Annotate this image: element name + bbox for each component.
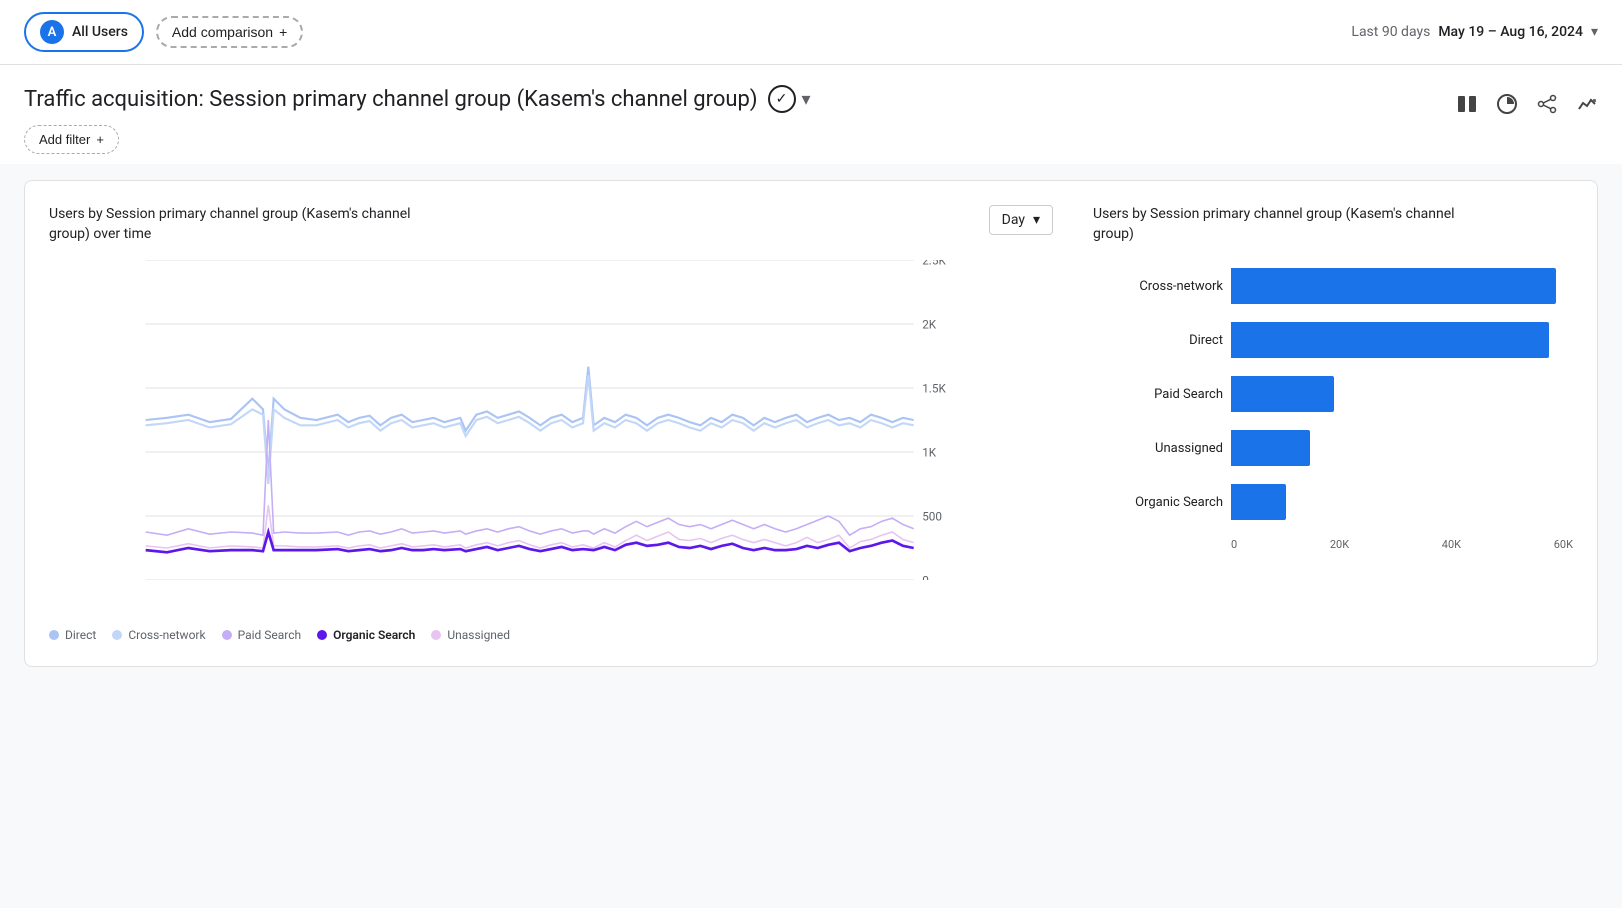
svg-text:500: 500: [922, 509, 942, 523]
bar-fill-direct: [1231, 322, 1549, 358]
page-header: Traffic acquisition: Session primary cha…: [0, 65, 1622, 164]
bar-row-paidsearch: Paid Search: [1093, 376, 1573, 412]
day-dropdown[interactable]: Day ▾: [989, 205, 1053, 235]
svg-text:2K: 2K: [922, 317, 937, 331]
add-comparison-button[interactable]: Add comparison +: [156, 16, 303, 48]
bar-chart-area: Cross-network Direct Paid Se: [1093, 268, 1573, 551]
line-chart-header: Users by Session primary channel group (…: [49, 205, 1053, 244]
bar-label-crossnetwork: Cross-network: [1093, 279, 1223, 294]
bar-x-label-60k: 60K: [1554, 538, 1573, 551]
all-users-segment[interactable]: A All Users: [24, 12, 144, 52]
day-dropdown-label: Day: [1002, 212, 1025, 228]
date-range-value: May 19 – Aug 16, 2024: [1438, 24, 1583, 40]
bar-container-unassigned: [1231, 430, 1573, 466]
legend-dot-organicsearch: [317, 630, 327, 640]
bar-fill-crossnetwork: [1231, 268, 1556, 304]
bar-x-label-0: 0: [1231, 538, 1237, 551]
bar-row-organicsearch: Organic Search: [1093, 484, 1573, 520]
check-icon[interactable]: ✓: [768, 85, 796, 113]
bar-x-axis: 0 20K 40K 60K: [1093, 538, 1573, 551]
add-filter-label: Add filter: [39, 132, 90, 147]
explore-icon[interactable]: [1576, 93, 1598, 115]
bar-x-label-20k: 20K: [1330, 538, 1349, 551]
legend-label-unassigned: Unassigned: [447, 628, 510, 642]
avatar: A: [40, 20, 64, 44]
svg-text:2.5K: 2.5K: [922, 260, 946, 267]
legend-dot-paidsearch: [222, 630, 232, 640]
legend-item-crossnetwork: Cross-network: [112, 628, 205, 642]
line-chart-area: 2.5K 2K 1.5K 1K 500 0 01 Jun 01 Jul 01 A…: [49, 260, 1053, 620]
top-bar: A All Users Add comparison + Last 90 day…: [0, 0, 1622, 65]
legend-item-paidsearch: Paid Search: [222, 628, 302, 642]
bar-label-paidsearch: Paid Search: [1093, 387, 1223, 402]
line-chart-section: Users by Session primary channel group (…: [49, 205, 1053, 642]
bar-row-crossnetwork: Cross-network: [1093, 268, 1573, 304]
bar-fill-organicsearch: [1231, 484, 1286, 520]
page-title-text: Traffic acquisition: Session primary cha…: [24, 87, 758, 112]
svg-text:0: 0: [922, 573, 929, 580]
chart-icon[interactable]: [1496, 93, 1518, 115]
bar-container-direct: [1231, 322, 1573, 358]
day-dropdown-arrow-icon: ▾: [1033, 212, 1040, 228]
legend-dot-unassigned: [431, 630, 441, 640]
legend-dot-direct: [49, 630, 59, 640]
line-chart-svg: 2.5K 2K 1.5K 1K 500 0 01 Jun 01 Jul 01 A…: [49, 260, 1053, 580]
bar-container-paidsearch: [1231, 376, 1573, 412]
bar-label-direct: Direct: [1093, 333, 1223, 348]
all-users-label: All Users: [72, 24, 128, 40]
legend-label-organicsearch: Organic Search: [333, 628, 415, 642]
bar-label-unassigned: Unassigned: [1093, 441, 1223, 456]
bar-container-crossnetwork: [1231, 268, 1573, 304]
date-range-selector[interactable]: Last 90 days May 19 – Aug 16, 2024 ▾: [1351, 24, 1598, 40]
page-title-row: Traffic acquisition: Session primary cha…: [24, 85, 811, 113]
date-range-prefix: Last 90 days: [1351, 24, 1430, 40]
legend-label-crossnetwork: Cross-network: [128, 628, 205, 642]
svg-text:1.5K: 1.5K: [922, 381, 946, 395]
legend-item-organicsearch: Organic Search: [317, 628, 415, 642]
bar-chart-section: Users by Session primary channel group (…: [1093, 205, 1573, 642]
legend-dot-crossnetwork: [112, 630, 122, 640]
compare-view-icon[interactable]: [1456, 93, 1478, 115]
legend-label-paidsearch: Paid Search: [238, 628, 302, 642]
top-left-controls: A All Users Add comparison +: [24, 12, 303, 52]
legend-item-direct: Direct: [49, 628, 96, 642]
bar-x-label-40k: 40K: [1442, 538, 1461, 551]
bar-row-unassigned: Unassigned: [1093, 430, 1573, 466]
title-icon-group: ✓ ▾: [768, 85, 811, 113]
title-chevron-icon[interactable]: ▾: [802, 89, 811, 110]
chart-legend: Direct Cross-network Paid Search Organic…: [49, 628, 1053, 642]
svg-text:1K: 1K: [922, 445, 937, 459]
bar-row-direct: Direct: [1093, 322, 1573, 358]
plus-icon: +: [279, 24, 287, 40]
add-filter-button[interactable]: Add filter +: [24, 125, 119, 154]
bar-container-organicsearch: [1231, 484, 1573, 520]
chart-card: Users by Session primary channel group (…: [24, 180, 1598, 667]
share-icon[interactable]: [1536, 93, 1558, 115]
legend-label-direct: Direct: [65, 628, 96, 642]
legend-item-unassigned: Unassigned: [431, 628, 510, 642]
bar-label-organicsearch: Organic Search: [1093, 495, 1223, 510]
content-area: Users by Session primary channel group (…: [0, 164, 1622, 683]
bar-fill-unassigned: [1231, 430, 1310, 466]
bar-fill-paidsearch: [1231, 376, 1334, 412]
add-comparison-label: Add comparison: [172, 24, 273, 40]
chevron-down-icon: ▾: [1591, 24, 1598, 40]
line-chart-title: Users by Session primary channel group (…: [49, 205, 449, 244]
bar-chart-title: Users by Session primary channel group (…: [1093, 205, 1493, 244]
filter-plus-icon: +: [96, 132, 104, 147]
